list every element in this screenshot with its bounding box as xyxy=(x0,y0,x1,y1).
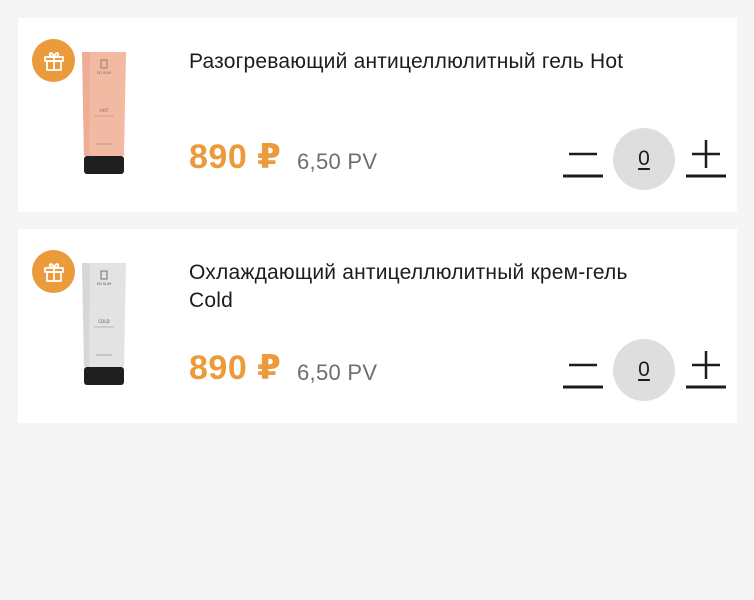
product-pv: 6,50 PV xyxy=(297,149,378,174)
product-image[interactable]: ED SLIM HOT xyxy=(80,52,128,176)
decrease-quantity-button[interactable] xyxy=(563,340,603,390)
quantity-value[interactable]: 0 xyxy=(613,339,675,401)
product-title[interactable]: Охлаждающий антицеллюлитный крем-гель Co… xyxy=(189,259,659,315)
product-title[interactable]: Разогревающий антицеллюлитный гель Hot xyxy=(189,48,659,76)
gift-icon[interactable] xyxy=(32,39,75,82)
decrease-quantity-button[interactable] xyxy=(563,129,603,179)
svg-text:ED SLIM: ED SLIM xyxy=(97,282,111,286)
minus-icon xyxy=(563,152,603,178)
svg-text:ED SLIM: ED SLIM xyxy=(97,71,111,75)
product-price: 890 ₽ xyxy=(189,138,282,176)
product-card[interactable]: ED SLIM COLD Охлаждающий антицеллюлитный… xyxy=(18,229,737,423)
plus-icon xyxy=(686,140,726,178)
increase-quantity-button[interactable] xyxy=(686,340,726,390)
product-card[interactable]: ED SLIM HOT Разогревающий антицеллюлитны… xyxy=(18,18,737,212)
svg-text:COLD: COLD xyxy=(98,319,109,324)
quantity-value[interactable]: 0 xyxy=(613,128,675,190)
minus-icon xyxy=(563,363,603,389)
product-list: ED SLIM HOT Разогревающий антицеллюлитны… xyxy=(0,0,754,600)
plus-icon xyxy=(686,351,726,389)
svg-text:HOT: HOT xyxy=(100,108,109,113)
gift-icon[interactable] xyxy=(32,250,75,293)
product-image[interactable]: ED SLIM COLD xyxy=(80,263,128,387)
product-pv: 6,50 PV xyxy=(297,360,378,385)
increase-quantity-button[interactable] xyxy=(686,129,726,179)
product-price: 890 ₽ xyxy=(189,349,282,387)
